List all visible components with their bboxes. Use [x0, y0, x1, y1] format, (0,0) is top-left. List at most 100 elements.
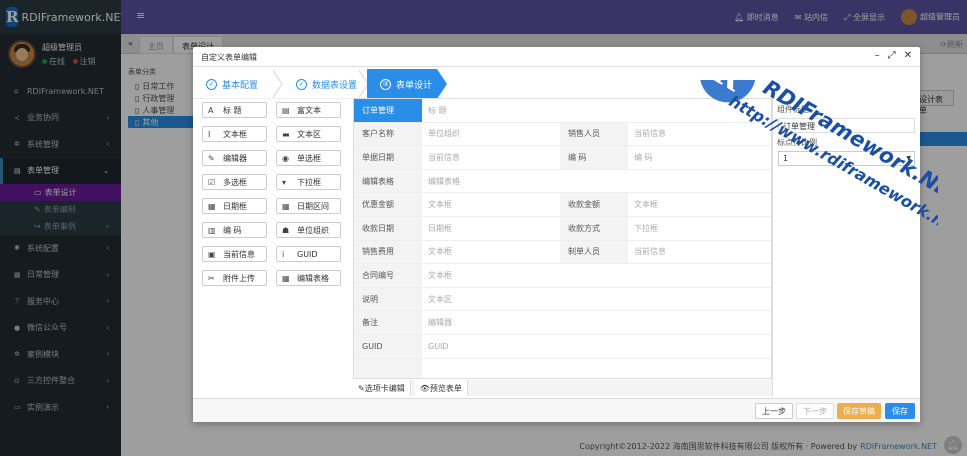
component-title-input[interactable]: 订单管理 — [778, 118, 915, 133]
dialog-title: 自定义表单编辑 — [201, 53, 257, 62]
dialog-header: 自定义表单编辑 – ⤢ ✕ — [193, 47, 920, 67]
field-control: 文本框 — [428, 247, 452, 257]
form-row[interactable]: 客户名称 单位组织 销售人员 当前信息 — [354, 122, 771, 147]
field-control: 编辑器 — [428, 318, 452, 328]
form-row[interactable]: GUID GUID — [354, 335, 771, 359]
table-icon: ▦ — [282, 273, 290, 283]
edit-icon: ✎ — [208, 153, 215, 163]
close-icon[interactable]: ✕ — [904, 50, 912, 61]
field-control: 文本区 — [428, 294, 452, 304]
field-label: 备注 — [354, 311, 422, 334]
palette-upload[interactable]: ✂ 附件上传 — [202, 270, 267, 286]
field-label: 优惠金额 — [354, 193, 422, 216]
step-label: 基本配置 — [222, 80, 259, 91]
step-basic-config[interactable]: ✓ 基本配置 — [193, 69, 273, 99]
palette-code[interactable]: ▥ 编 码 — [202, 222, 267, 238]
check-circle-icon: ✓ — [296, 78, 307, 90]
caret-down-icon: ▼ — [906, 155, 911, 162]
checkbox-icon: ☑ — [208, 177, 216, 187]
calendar-icon: ▦ — [208, 201, 216, 211]
palette-label: 单选框 — [297, 153, 321, 163]
step-table-settings[interactable]: ✓ 数据表设置 — [283, 69, 363, 99]
info-card-icon: ▣ — [208, 249, 216, 259]
step-label: 表单设计 — [396, 80, 433, 91]
step-divider — [437, 69, 447, 99]
row-ratio-select[interactable]: 1 ▼ — [778, 151, 915, 166]
field-label: 单据日期 — [354, 146, 422, 169]
minimize-icon[interactable]: – — [875, 50, 880, 61]
palette-label: 标 题 — [223, 105, 242, 115]
dropdown-icon: ▾ — [282, 177, 287, 187]
info-icon: i — [282, 249, 285, 259]
palette-textarea[interactable]: ▬ 文本区 — [276, 126, 341, 142]
palette-label: 编 码 — [223, 225, 242, 235]
palette-label: 富文本 — [297, 105, 321, 115]
form-row[interactable]: 优惠金额 文本框 收款金额 文本框 — [354, 193, 771, 217]
field-control: 文本框 — [428, 270, 452, 280]
form-header-row[interactable]: 订单管理 标 题 — [354, 99, 771, 123]
save-draft-button[interactable]: 保存草稿 — [837, 403, 881, 419]
step-form-design[interactable]: ③ 表单设计 — [367, 69, 437, 99]
form-design-canvas: 订单管理 标 题 客户名称 单位组织 销售人员 当前信息 单据日期 当前信息编 码编 码… — [353, 98, 772, 379]
field-control: 当前信息 — [428, 152, 460, 162]
palette-date[interactable]: ▦ 日期框 — [202, 198, 267, 214]
properties-panel: 组件标题 订单管理 标点行比例 1 ▼ — [772, 98, 920, 397]
palette-current-info[interactable]: ▣ 当前信息 — [202, 246, 267, 262]
save-button[interactable]: 保存 — [885, 403, 915, 419]
palette-radio[interactable]: ◉ 单选框 — [276, 150, 341, 166]
palette-daterange[interactable]: ▦ 日期区间 — [276, 198, 341, 214]
row-ratio-label: 标点行比例 — [777, 138, 817, 147]
palette-guid[interactable]: i GUID — [276, 246, 341, 262]
field-label: 收款金额 — [560, 193, 628, 216]
step-number-icon: ③ — [380, 78, 391, 90]
tab-tab-editor[interactable]: ✎选项卡编辑 — [353, 380, 411, 396]
form-row[interactable]: 销售费用 文本框 制单人员 当前信息 — [354, 240, 771, 265]
form-row[interactable]: 合同编号 文本框 — [354, 264, 771, 288]
form-row[interactable]: 收款日期 日期框 收款方式 下拉框 — [354, 217, 771, 241]
form-editor-dialog: 自定义表单编辑 – ⤢ ✕ ✓ 基本配置 ✓ 数据表设置 ③ 表单设计 A 标 题 ▤ 富… — [193, 47, 920, 422]
font-icon: A — [208, 105, 214, 115]
field-control: 下拉框 — [634, 223, 658, 233]
palette-label: 单位组织 — [297, 225, 329, 235]
tab-preview-form[interactable]: 👁︎预览表单 — [414, 380, 468, 396]
tab-label: 预览表单 — [429, 384, 462, 393]
palette-title[interactable]: A标 题 — [202, 102, 267, 118]
form-row[interactable]: 编辑表格 编辑表格 — [354, 169, 771, 194]
form-title-label: 订单管理 — [354, 99, 422, 122]
barcode-icon: ▥ — [208, 225, 216, 235]
field-label: 制单人员 — [560, 240, 628, 264]
palette-label: 日期区间 — [297, 201, 329, 211]
palette-richtext[interactable]: ▤ 富文本 — [276, 102, 341, 118]
select-value: 1 — [783, 154, 789, 163]
next-step-button[interactable]: 下一步 — [796, 403, 834, 419]
eye-icon: 👁︎ — [419, 384, 430, 393]
step-label: 数据表设置 — [312, 80, 358, 91]
field-control: 文本框 — [428, 200, 452, 210]
palette-org[interactable]: ☗ 单位组织 — [276, 222, 341, 238]
form-row[interactable]: 单据日期 当前信息 编 码编 码 — [354, 146, 771, 170]
edit-icon: ✎ — [358, 384, 365, 393]
field-label: 说明 — [354, 287, 422, 311]
field-control: GUID — [428, 341, 449, 351]
field-control: 当前信息 — [634, 129, 666, 139]
palette-textbox[interactable]: I 文本框 — [202, 126, 267, 142]
field-label: 编辑表格 — [354, 169, 422, 193]
palette-checkbox[interactable]: ☑ 多选框 — [202, 174, 267, 190]
org-icon: ☗ — [282, 225, 290, 235]
form-view-tabs: ✎选项卡编辑 👁︎预览表单 — [353, 380, 772, 396]
field-control: 编 码 — [634, 152, 653, 162]
form-row[interactable]: 备注 编辑器 — [354, 311, 771, 335]
palette-label: 日期框 — [223, 201, 247, 211]
check-circle-icon: ✓ — [206, 78, 217, 90]
palette-editor[interactable]: ✎ 编辑器 — [202, 150, 267, 166]
field-control: 日期框 — [428, 223, 452, 233]
palette-edit-table[interactable]: ▦ 编辑表格 — [276, 270, 341, 286]
palette-label: 文本区 — [297, 129, 321, 139]
palette-dropdown[interactable]: ▾ 下拉框 — [276, 174, 341, 190]
prev-step-button[interactable]: 上一步 — [755, 403, 793, 419]
field-label: 编 码 — [560, 146, 628, 169]
palette-label: 编辑器 — [223, 153, 247, 163]
field-label: 销售人员 — [560, 122, 628, 146]
form-row[interactable]: 说明 文本区 — [354, 287, 771, 312]
maximize-icon[interactable]: ⤢ — [888, 50, 896, 61]
